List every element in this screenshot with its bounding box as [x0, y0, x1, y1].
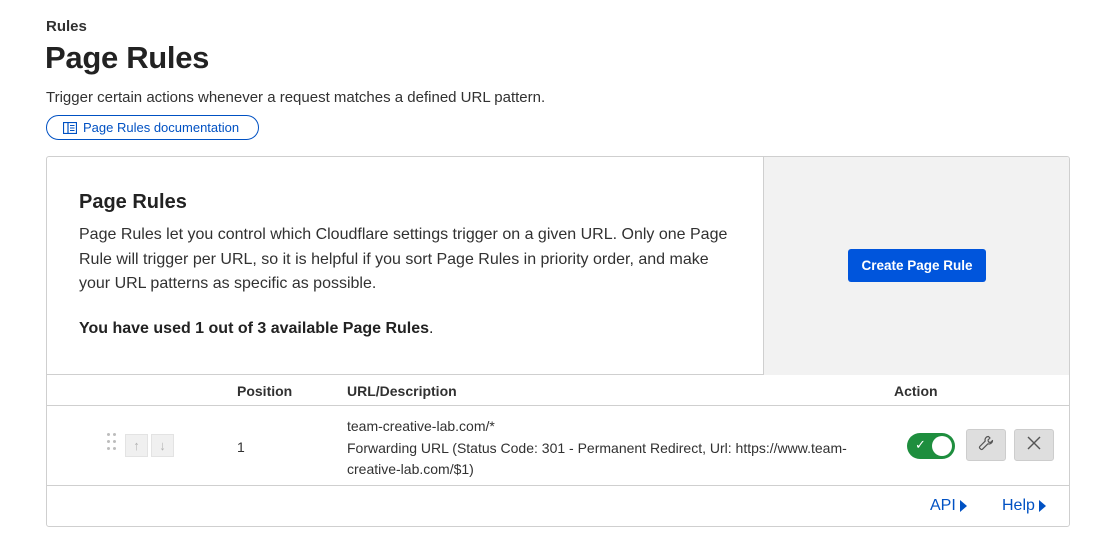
toggle-knob [932, 436, 952, 456]
table-row: ↑ ↓ 1 team-creative-lab.com/* Forwarding… [47, 406, 1069, 486]
edit-rule-button[interactable] [966, 429, 1006, 461]
triangle-right-icon [959, 500, 967, 512]
wrench-icon [978, 435, 994, 456]
column-header-url: URL/Description [347, 383, 457, 399]
card-description: Page Rules let you control which Cloudfl… [79, 226, 728, 292]
row-url: team-creative-lab.com/* [347, 418, 495, 434]
drag-handle-icon[interactable] [107, 433, 117, 455]
api-link-label: API [930, 497, 956, 514]
column-header-position: Position [237, 383, 293, 399]
page-rules-card: Page Rules Page Rules let you control wh… [46, 156, 1070, 527]
table-footer: API Help [47, 487, 1069, 526]
usage-count: You have used 1 out of 3 available Page … [79, 320, 430, 337]
row-position: 1 [237, 439, 245, 455]
row-url-description: team-creative-lab.com/* Forwarding URL (… [347, 416, 887, 481]
check-icon: ✓ [915, 437, 926, 452]
summary-text-area: Page Rules Page Rules let you control wh… [47, 157, 763, 375]
book-icon [62, 121, 78, 134]
breadcrumb: Rules [46, 18, 87, 35]
documentation-link[interactable]: Page Rules documentation [46, 115, 259, 140]
delete-rule-button[interactable] [1014, 429, 1054, 461]
close-icon [1027, 436, 1041, 455]
table-header: Position URL/Description Action [47, 375, 1069, 406]
card-summary: Page Rules Page Rules let you control wh… [47, 157, 1069, 375]
usage-text: You have used 1 out of 3 available Page … [79, 320, 434, 338]
card-title: Page Rules [79, 191, 187, 213]
help-link[interactable]: Help [1002, 497, 1046, 515]
arrow-down-icon[interactable]: ↓ [151, 434, 174, 457]
create-page-rule-button[interactable]: Create Page Rule [848, 249, 986, 282]
column-header-action: Action [894, 383, 938, 399]
arrow-up-icon[interactable]: ↑ [125, 434, 148, 457]
rule-enabled-toggle[interactable]: ✓ [907, 433, 955, 459]
page-subtitle: Trigger certain actions whenever a reque… [46, 89, 546, 106]
page-title: Page Rules [45, 40, 210, 75]
api-link[interactable]: API [930, 497, 967, 515]
row-description: Forwarding URL (Status Code: 301 - Perma… [347, 439, 847, 478]
create-area: Create Page Rule [763, 157, 1069, 375]
help-link-label: Help [1002, 497, 1035, 514]
documentation-link-label: Page Rules documentation [83, 120, 240, 135]
triangle-right-icon [1038, 500, 1046, 512]
usage-period: . [429, 320, 434, 337]
